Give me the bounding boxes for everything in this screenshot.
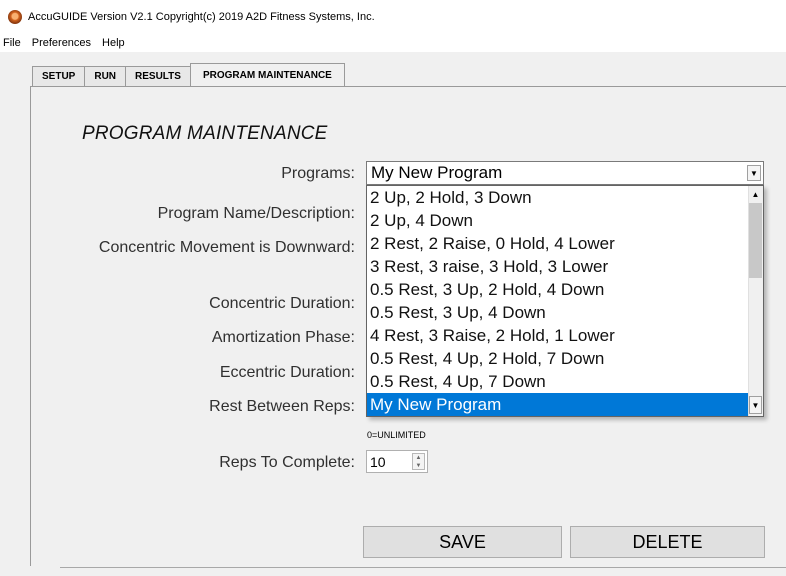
menu-help[interactable]: Help <box>97 37 131 49</box>
program-option[interactable]: 2 Up, 2 Hold, 3 Down <box>367 186 749 209</box>
tab-program-maintenance[interactable]: PROGRAM MAINTENANCE <box>189 63 345 86</box>
reps-to-complete-label: Reps To Complete: <box>219 454 355 471</box>
scroll-up-icon[interactable]: ▲ <box>748 186 763 203</box>
save-button[interactable]: SAVE <box>363 526 562 558</box>
tab-run[interactable]: RUN <box>84 66 127 86</box>
tab-results[interactable]: RESULTS <box>125 66 191 86</box>
program-name-label: Program Name/Description: <box>157 205 355 222</box>
programs-selected-value: My New Program <box>371 163 503 182</box>
divider <box>60 567 786 568</box>
tab-setup[interactable]: SETUP <box>32 66 86 86</box>
chevron-down-icon[interactable]: ▼ <box>749 396 762 414</box>
program-option[interactable]: 3 Rest, 3 raise, 3 Hold, 3 Lower <box>367 255 749 278</box>
rest-between-reps-label: Rest Between Reps: <box>209 398 355 415</box>
menu-preferences[interactable]: Preferences <box>27 37 97 49</box>
program-option[interactable]: 0.5 Rest, 4 Up, 7 Down <box>367 370 749 393</box>
programs-dropdown-list[interactable]: 2 Up, 2 Hold, 3 Down 2 Up, 4 Down 2 Rest… <box>366 185 764 417</box>
reps-value: 10 <box>370 453 386 470</box>
programs-combobox[interactable]: My New Program ▼ <box>366 161 764 185</box>
dropdown-scrollbar[interactable]: ▲ <box>748 186 763 416</box>
program-option[interactable]: 2 Up, 4 Down <box>367 209 749 232</box>
menu-file[interactable]: File <box>0 37 27 49</box>
program-option[interactable]: 0.5 Rest, 4 Up, 2 Hold, 7 Down <box>367 347 749 370</box>
program-option-selected[interactable]: My New Program <box>367 393 763 416</box>
page-title: PROGRAM MAINTENANCE <box>82 123 328 144</box>
window-title: AccuGUIDE Version V2.1 Copyright(c) 2019… <box>28 11 375 23</box>
app-logo-icon <box>8 10 22 24</box>
title-bar: AccuGUIDE Version V2.1 Copyright(c) 2019… <box>0 0 786 34</box>
programs-label: Programs: <box>281 165 355 182</box>
program-option[interactable]: 2 Rest, 2 Raise, 0 Hold, 4 Lower <box>367 232 749 255</box>
program-option[interactable]: 0.5 Rest, 3 Up, 2 Hold, 4 Down <box>367 278 749 301</box>
tab-strip: SETUP RUN RESULTS PROGRAM MAINTENANCE <box>32 63 345 86</box>
scrollbar-thumb[interactable] <box>749 203 762 278</box>
chevron-down-icon[interactable]: ▼ <box>747 165 761 181</box>
unlimited-note: 0=UNLIMITED <box>367 430 426 440</box>
program-option[interactable]: 4 Rest, 3 Raise, 2 Hold, 1 Lower <box>367 324 749 347</box>
concentric-duration-label: Concentric Duration: <box>209 295 355 312</box>
spinner-buttons[interactable]: ▲ ▼ <box>412 453 425 470</box>
program-option[interactable]: 0.5 Rest, 3 Up, 4 Down <box>367 301 749 324</box>
eccentric-duration-label: Eccentric Duration: <box>219 364 355 381</box>
concentric-downward-label: Concentric Movement is Downward: <box>98 239 355 256</box>
spin-up-icon[interactable]: ▲ <box>413 454 424 462</box>
menu-bar: File Preferences Help <box>0 34 786 52</box>
amortization-phase-label: Amortization Phase: <box>211 329 355 346</box>
delete-button[interactable]: DELETE <box>570 526 765 558</box>
spin-down-icon[interactable]: ▼ <box>413 462 424 470</box>
reps-to-complete-spinner[interactable]: 10 ▲ ▼ <box>366 450 428 473</box>
